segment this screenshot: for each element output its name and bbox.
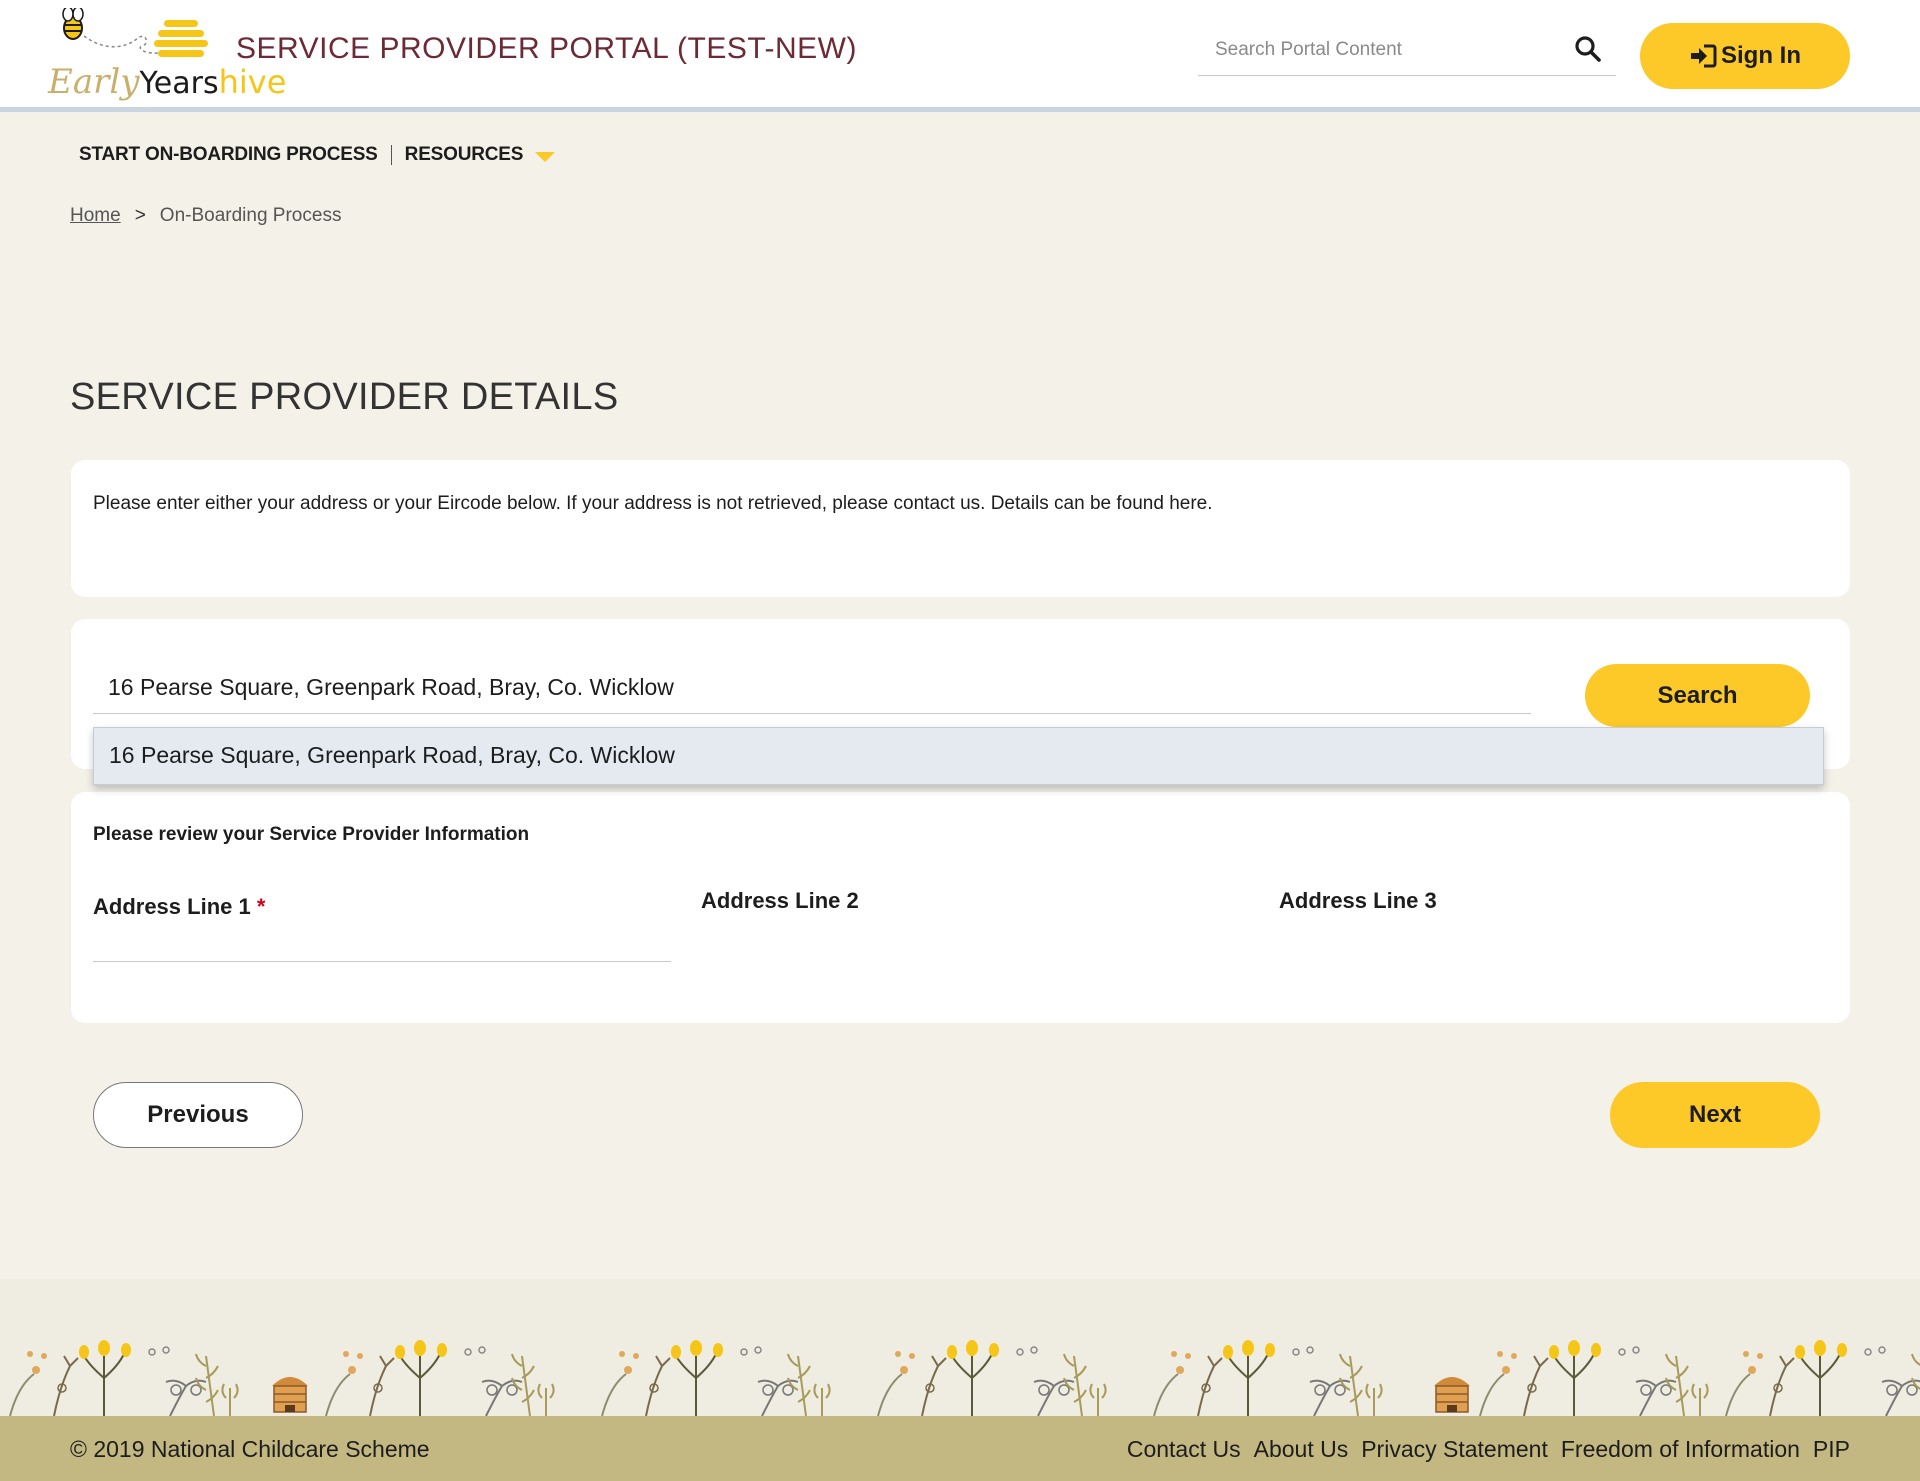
- breadcrumb: Home > On-Boarding Process: [70, 205, 341, 227]
- address-line-2-label: Address Line 2: [701, 888, 859, 913]
- previous-button[interactable]: Previous: [93, 1082, 303, 1148]
- footer-link-freedom-of-information[interactable]: Freedom of Information: [1561, 1436, 1800, 1463]
- breadcrumb-home-link[interactable]: Home: [70, 205, 121, 227]
- address-line-1-input[interactable]: [93, 917, 671, 962]
- page-title: SERVICE PROVIDER DETAILS: [70, 376, 619, 418]
- portal-search: [1198, 26, 1616, 76]
- logo-early: Early: [48, 62, 140, 102]
- logo-years: Years: [139, 66, 219, 101]
- review-card: Please review your Service Provider Info…: [71, 792, 1850, 1023]
- address-line-1-label-text: Address Line 1: [93, 894, 251, 914]
- nav-resources[interactable]: RESOURCES: [405, 144, 524, 166]
- site-footer: © 2019 National Childcare Scheme Contact…: [0, 1416, 1920, 1481]
- intro-card: Please enter either your address or your…: [71, 460, 1850, 597]
- search-icon[interactable]: [1574, 35, 1602, 63]
- main-nav: START ON-BOARDING PROCESS RESOURCES: [79, 142, 556, 168]
- sign-in-label: Sign In: [1721, 42, 1801, 69]
- sign-in-button[interactable]: Sign In: [1640, 23, 1850, 89]
- address-suggestion-item[interactable]: 16 Pearse Square, Greenpark Road, Bray, …: [109, 742, 675, 769]
- site-header: EarlyYearshive SERVICE PROVIDER PORTAL (…: [0, 0, 1920, 112]
- address-line-1-label: Address Line 1 *: [93, 894, 265, 914]
- breadcrumb-separator: >: [134, 205, 146, 226]
- footer-copyright: © 2019 National Childcare Scheme: [70, 1436, 430, 1462]
- nav-divider: [390, 145, 392, 165]
- portal-search-input[interactable]: [1198, 26, 1568, 74]
- address-line-3-label: Address Line 3: [1279, 888, 1437, 913]
- breadcrumb-current: On-Boarding Process: [159, 205, 342, 226]
- portal-title: SERVICE PROVIDER PORTAL (TEST-NEW): [236, 32, 857, 65]
- footer-links: Contact Us About Us Privacy Statement Fr…: [1114, 1436, 1850, 1463]
- logo-wordmark: EarlyYearshive: [48, 64, 286, 102]
- logo-hive: hive: [218, 63, 287, 101]
- footer-link-privacy-statement[interactable]: Privacy Statement: [1361, 1436, 1548, 1463]
- address-search-button[interactable]: Search: [1585, 664, 1810, 727]
- address-suggestions-dropdown: 16 Pearse Square, Greenpark Road, Bray, …: [93, 727, 1824, 785]
- footer-floral-decoration: [0, 1279, 1920, 1416]
- review-title: Please review your Service Provider Info…: [93, 824, 530, 845]
- bee-hive-icon: [62, 6, 208, 57]
- sign-in-icon: [1691, 44, 1717, 68]
- address-search-input[interactable]: [93, 662, 1531, 714]
- required-indicator: *: [256, 894, 266, 914]
- intro-text: Please enter either your address or your…: [93, 493, 1213, 514]
- floral-pattern-icon: [9, 1339, 1920, 1416]
- footer-link-pip[interactable]: PIP: [1813, 1436, 1850, 1463]
- chevron-down-icon[interactable]: [535, 152, 556, 162]
- footer-link-about-us[interactable]: About Us: [1254, 1436, 1349, 1463]
- nav-start-onboarding[interactable]: START ON-BOARDING PROCESS: [79, 144, 378, 166]
- footer-link-contact-us[interactable]: Contact Us: [1127, 1436, 1241, 1463]
- early-years-hive-logo[interactable]: EarlyYearshive: [46, 6, 286, 104]
- next-button[interactable]: Next: [1610, 1082, 1820, 1148]
